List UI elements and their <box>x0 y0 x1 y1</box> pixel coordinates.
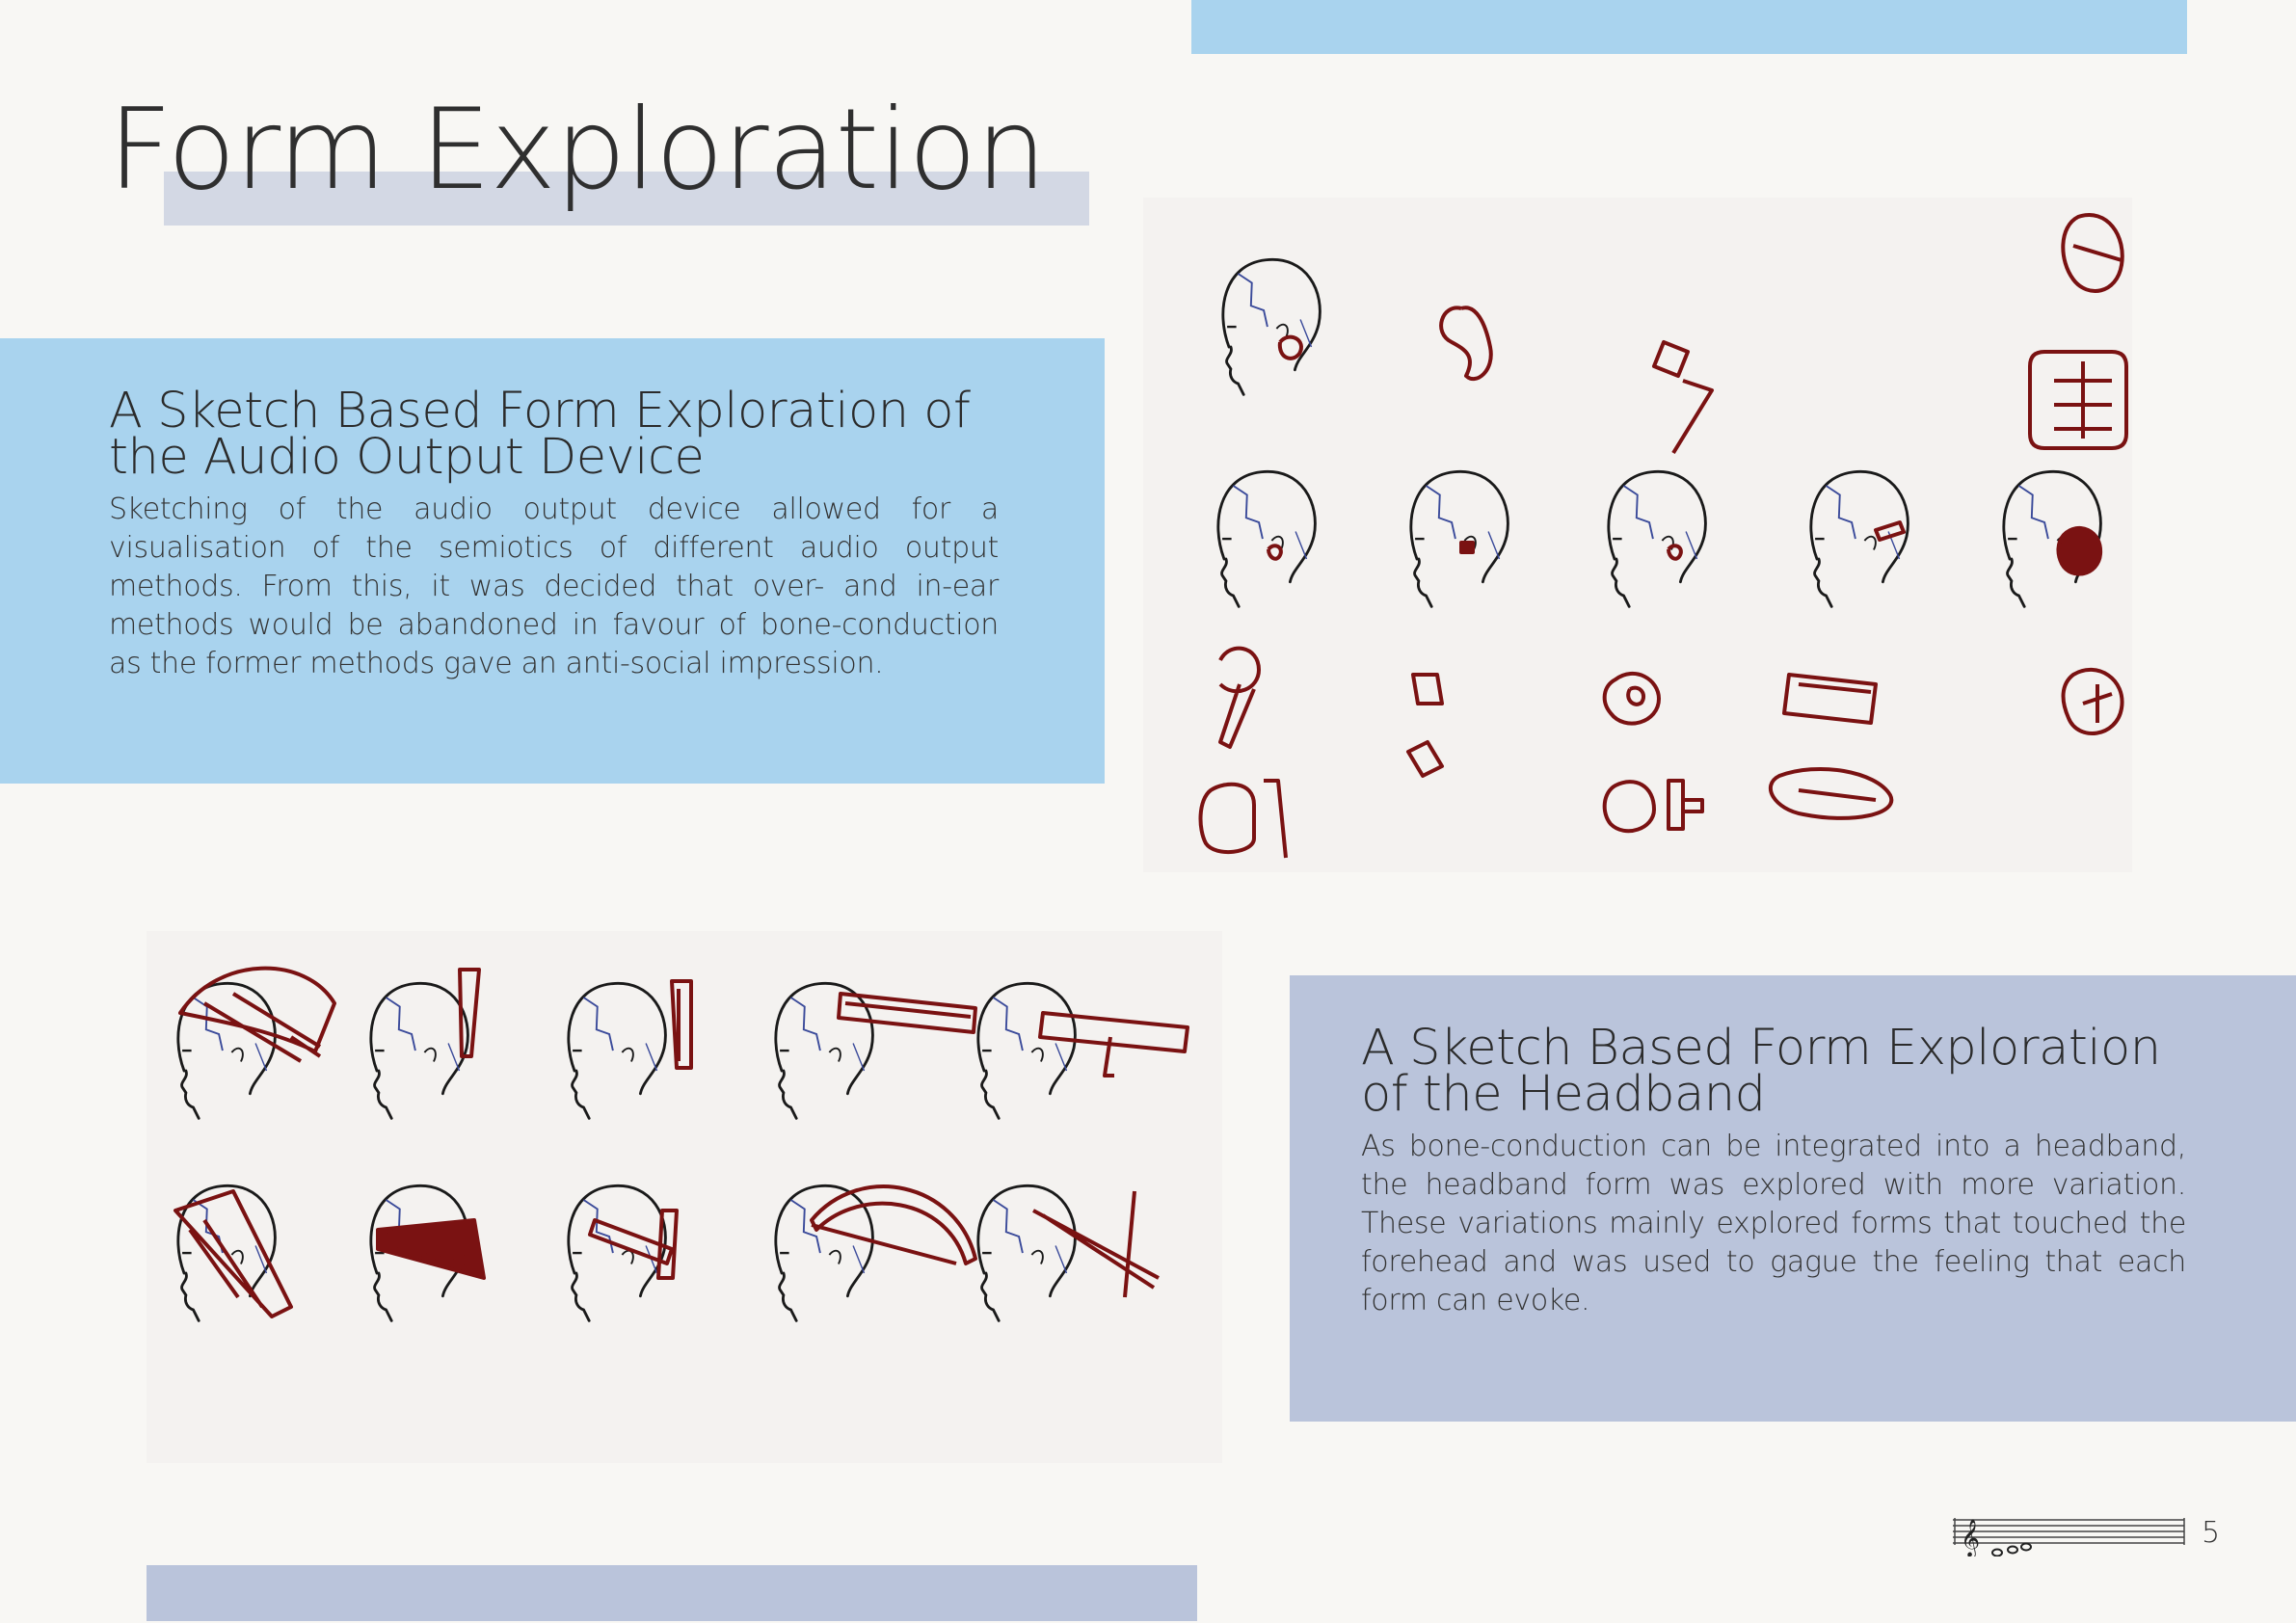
pod-device-sketch <box>1602 779 1704 834</box>
round-grille-sketch <box>2061 668 2124 735</box>
head-sketch <box>1409 470 1509 608</box>
headband-sketches-image <box>147 931 1222 1463</box>
earbud-sketch <box>1667 544 1683 561</box>
hook-earpiece-sketch <box>1439 306 1493 382</box>
headband-sketches <box>174 966 1189 1322</box>
hook-earpiece-sketch <box>1218 646 1261 749</box>
helmet-sketch <box>2061 213 2124 293</box>
head-sketch <box>567 982 667 1120</box>
forehead-band-sketch <box>376 1218 486 1280</box>
oval-pad-sketch <box>1768 766 1894 820</box>
head-sketch <box>1607 470 1707 608</box>
head-sketch <box>1809 470 1909 608</box>
head-sketch <box>176 982 277 1120</box>
cross-strap-sketch <box>1032 1190 1160 1298</box>
earbud-sketch <box>1277 334 1303 360</box>
page-title: Form Exploration <box>108 85 1047 215</box>
horizontal-band-sketch <box>1038 1011 1189 1078</box>
block-device-sketch <box>1406 673 1444 778</box>
audio-device-sketches-image <box>1143 198 2132 872</box>
head-sketch <box>976 982 1077 1120</box>
earbud-sketch <box>1459 541 1475 554</box>
vertical-band-sketch <box>670 979 693 1070</box>
headband-text-panel: A Sketch Based Form Exploration of the H… <box>1290 975 2296 1422</box>
earbud-sketch <box>1267 544 1283 561</box>
page-number: 5 <box>2202 1516 2221 1550</box>
headband-body: As bone-conduction can be integrated int… <box>1361 1130 2186 1317</box>
audio-device-sketches <box>1198 213 2128 859</box>
page-footer: 𝄞 5 <box>1953 1508 2223 1558</box>
bottom-accent-bar <box>147 1565 1197 1621</box>
audio-device-body: Sketching of the audio output device all… <box>109 492 999 680</box>
in-ear-sketch <box>1652 340 1714 455</box>
head-sketch <box>1221 258 1322 396</box>
vertical-band-sketch <box>458 968 481 1058</box>
round-pod-sketch <box>1602 672 1661 726</box>
svg-text:𝄞: 𝄞 <box>1961 1519 1980 1556</box>
arched-band-sketch <box>810 1184 977 1265</box>
head-sketch <box>369 982 469 1120</box>
head-sketch <box>1216 470 1317 608</box>
music-staff-icon: 𝄞 <box>1953 1518 2185 1558</box>
top-accent-bar <box>1191 0 2187 54</box>
grille-device-sketch <box>2028 350 2128 450</box>
head-sketch <box>567 1184 667 1322</box>
bar-device-sketch <box>1782 673 1878 725</box>
bone-conductor-sketch <box>1874 520 1906 542</box>
audio-device-heading: A Sketch Based Form Exploration of the A… <box>109 383 971 486</box>
cup-device-sketch <box>1198 779 1288 859</box>
head-sketch <box>976 1184 1077 1322</box>
audio-device-text-panel: A Sketch Based Form Exploration of the A… <box>0 338 1105 784</box>
over-ear-pad-sketch <box>2056 525 2103 576</box>
headband-heading: A Sketch Based Form Exploration of the H… <box>1361 1020 2161 1123</box>
